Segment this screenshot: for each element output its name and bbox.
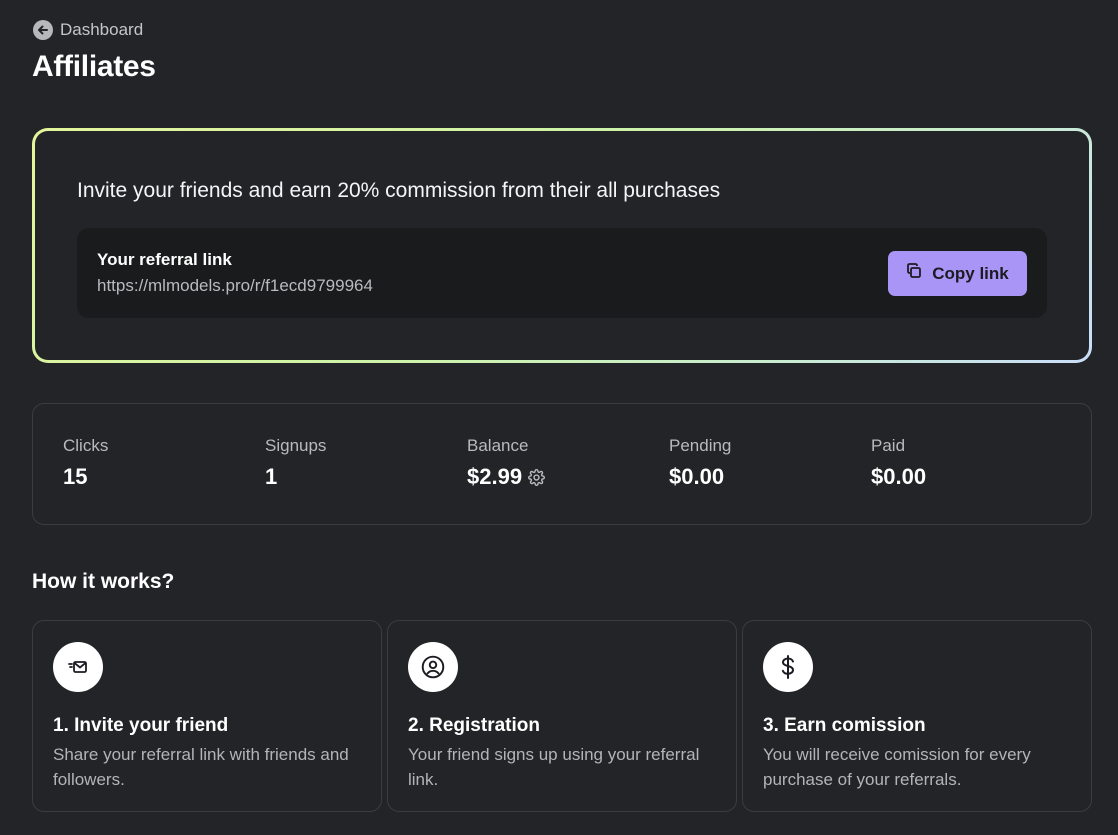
step-description: Your friend signs up using your referral… — [408, 745, 700, 789]
stat-value: $2.99 — [467, 464, 523, 489]
how-it-works-title: How it works? — [32, 570, 175, 593]
copy-link-label: Copy link — [932, 263, 1009, 283]
invite-headline: Invite your friends and earn 20% commiss… — [77, 179, 721, 202]
copy-icon — [906, 263, 922, 284]
affiliates-page: Dashboard Affiliates Invite your friends… — [0, 0, 1118, 835]
step-title: 1. Invite your friend — [53, 715, 229, 736]
user-circle-icon — [408, 642, 458, 692]
arrow-left-icon — [33, 20, 53, 40]
referral-link-url[interactable]: https://mlmodels.pro/r/f1ecd9799964 — [97, 276, 373, 296]
stat-label: Balance — [467, 436, 529, 455]
page-title: Affiliates — [32, 50, 156, 83]
stat-value: 15 — [63, 464, 88, 489]
step-description: Share your referral link with friends an… — [53, 745, 349, 789]
stat-clicks: Clicks 15 — [63, 436, 108, 490]
stat-paid: Paid $0.00 — [871, 436, 926, 490]
breadcrumb-back-link[interactable]: Dashboard — [33, 20, 143, 40]
dollar-icon — [763, 642, 813, 692]
stat-value: $0.00 — [669, 464, 725, 489]
step-card-registration: 2. Registration Your friend signs up usi… — [387, 620, 737, 812]
step-title: 3. Earn comission — [763, 715, 926, 736]
stat-label: Paid — [871, 436, 906, 455]
invite-card: Invite your friends and earn 20% commiss… — [32, 128, 1092, 363]
breadcrumb-label: Dashboard — [60, 20, 144, 39]
stat-pending: Pending $0.00 — [669, 436, 731, 490]
copy-link-button[interactable]: Copy link — [888, 251, 1027, 296]
referral-link-box: Your referral link https://mlmodels.pro/… — [77, 228, 1047, 318]
mail-send-icon — [53, 642, 103, 692]
step-card-earn: 3. Earn comission You will receive comis… — [742, 620, 1092, 812]
stat-signups: Signups 1 — [265, 436, 326, 490]
referral-link-label: Your referral link — [97, 250, 232, 269]
stats-card: Clicks 15 Signups 1 Balance $2.99 Pendin… — [32, 403, 1092, 525]
stat-value: $0.00 — [871, 464, 927, 489]
gear-icon[interactable] — [528, 468, 545, 486]
stat-label: Pending — [669, 436, 732, 455]
stat-balance: Balance $2.99 — [467, 436, 545, 490]
step-card-invite: 1. Invite your friend Share your referra… — [32, 620, 382, 812]
stat-label: Clicks — [63, 436, 109, 455]
step-description: You will receive comission for every pur… — [763, 745, 1031, 789]
stat-value: 1 — [265, 464, 278, 489]
step-title: 2. Registration — [408, 715, 540, 736]
stat-label: Signups — [265, 436, 327, 455]
